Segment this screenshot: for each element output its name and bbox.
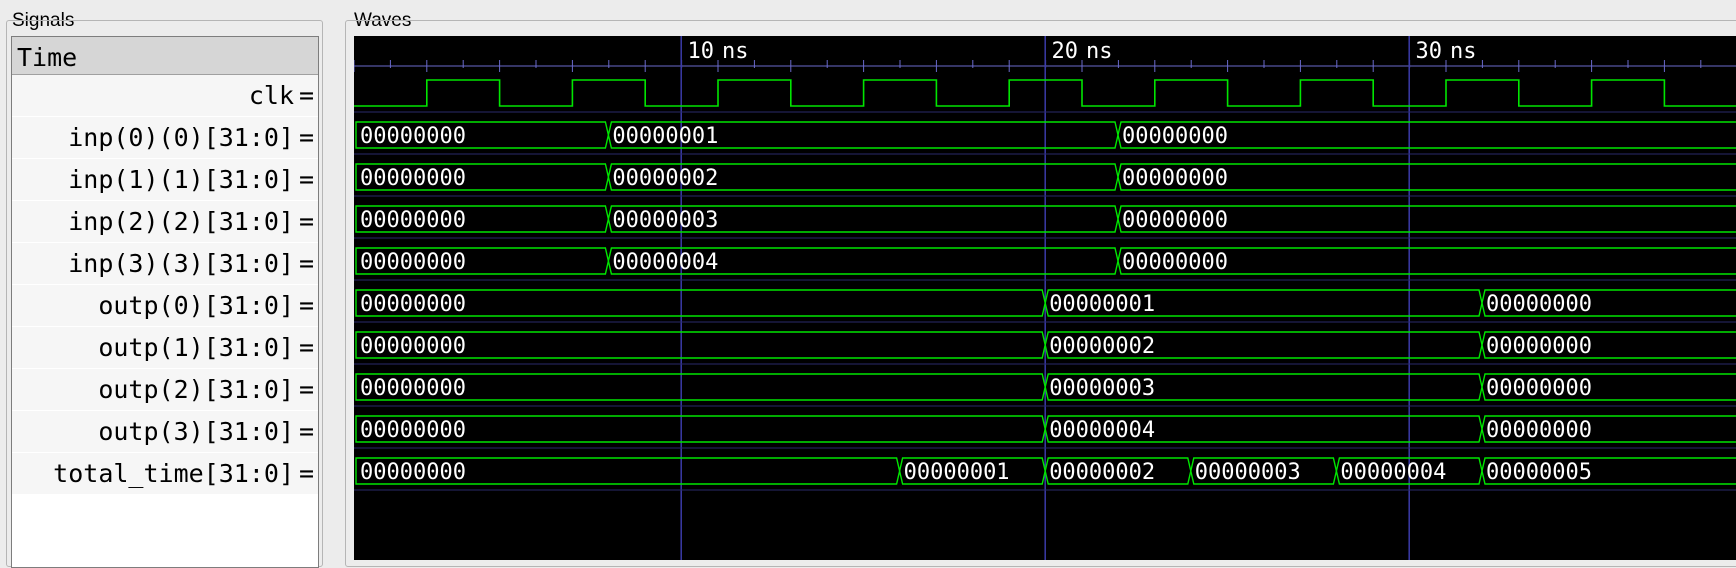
signal-row[interactable]: clk = — [12, 75, 318, 117]
ruler-label: 10 — [688, 39, 715, 64]
signal-equals: = — [298, 249, 314, 278]
signal-row[interactable]: inp(3)(3)[31:0] = — [12, 243, 318, 285]
bus-value: 00000005 — [1486, 460, 1592, 485]
signal-equals: = — [298, 207, 314, 236]
signal-equals: = — [298, 291, 314, 320]
signal-row[interactable]: inp(1)(1)[31:0] = — [12, 159, 318, 201]
signal-equals: = — [298, 81, 314, 110]
signal-equals: = — [298, 333, 314, 362]
bus-value: 00000000 — [1486, 334, 1592, 359]
signal-row[interactable]: outp(0)[31:0] = — [12, 285, 318, 327]
bus-value: 00000000 — [360, 124, 466, 149]
signal-name: clk — [248, 81, 294, 110]
time-header-label: Time — [17, 43, 78, 72]
signal-equals: = — [298, 165, 314, 194]
signal-name: inp(2)(2)[31:0] — [68, 207, 294, 236]
signal-equals: = — [298, 417, 314, 446]
waveform-canvas[interactable]: 10ns20ns30ns4000000000000000010000000000… — [354, 36, 1736, 560]
signals-list[interactable]: Time clk = inp(0)(0)[31:0] = inp(1)(1)[31:0]… — [11, 36, 319, 568]
bus-value: 00000001 — [904, 460, 1010, 485]
ruler-label: 30 — [1416, 39, 1443, 64]
bus-value: 00000000 — [1122, 166, 1228, 191]
bus-value: 00000004 — [1340, 460, 1446, 485]
bus-value: 00000000 — [1486, 292, 1592, 317]
signal-equals: = — [298, 123, 314, 152]
bus-value: 00000000 — [1122, 208, 1228, 233]
bus-value: 00000000 — [1122, 124, 1228, 149]
bus-value: 00000004 — [612, 250, 718, 275]
signal-row[interactable]: outp(1)[31:0] = — [12, 327, 318, 369]
bus-value: 00000000 — [360, 460, 466, 485]
signal-name: inp(3)(3)[31:0] — [68, 249, 294, 278]
signal-name: inp(0)(0)[31:0] — [68, 123, 294, 152]
signal-name: outp(2)[31:0] — [98, 375, 294, 404]
bus-value: 00000001 — [1049, 292, 1155, 317]
bus-value: 00000002 — [612, 166, 718, 191]
signal-name: outp(3)[31:0] — [98, 417, 294, 446]
bus-value: 00000000 — [1486, 376, 1592, 401]
bus-value: 00000003 — [1049, 376, 1155, 401]
signal-row[interactable]: outp(2)[31:0] = — [12, 369, 318, 411]
signal-name: inp(1)(1)[31:0] — [68, 165, 294, 194]
signal-name: outp(1)[31:0] — [98, 333, 294, 362]
bus-value: 00000000 — [360, 208, 466, 233]
time-header: Time — [12, 37, 318, 75]
signal-equals: = — [298, 459, 314, 488]
ruler-unit: ns — [722, 39, 749, 64]
bus-value: 00000000 — [1486, 418, 1592, 443]
bus-value: 00000000 — [360, 250, 466, 275]
bus-value: 00000000 — [1122, 250, 1228, 275]
signal-name: total_time[31:0] — [53, 459, 294, 488]
ruler-unit: ns — [1086, 39, 1113, 64]
bus-value: 00000002 — [1049, 460, 1155, 485]
bus-value: 00000000 — [360, 334, 466, 359]
bus-value: 00000001 — [612, 124, 718, 149]
bus-value: 00000003 — [612, 208, 718, 233]
signal-row[interactable]: inp(2)(2)[31:0] = — [12, 201, 318, 243]
waveform-viewer[interactable]: 10ns20ns30ns4000000000000000010000000000… — [354, 36, 1736, 560]
signal-row[interactable]: outp(3)[31:0] = — [12, 411, 318, 453]
signal-equals: = — [298, 375, 314, 404]
signal-row[interactable]: inp(0)(0)[31:0] = — [12, 117, 318, 159]
ruler-label: 20 — [1052, 39, 1079, 64]
ruler-unit: ns — [1450, 39, 1477, 64]
bus-value: 00000002 — [1049, 334, 1155, 359]
bus-value: 00000000 — [360, 376, 466, 401]
bus-value: 00000000 — [360, 418, 466, 443]
signal-name: outp(0)[31:0] — [98, 291, 294, 320]
bus-value: 00000000 — [360, 166, 466, 191]
bus-value: 00000000 — [360, 292, 466, 317]
bus-value: 00000003 — [1195, 460, 1301, 485]
signal-row[interactable]: total_time[31:0] = — [12, 453, 318, 495]
bus-value: 00000004 — [1049, 418, 1155, 443]
